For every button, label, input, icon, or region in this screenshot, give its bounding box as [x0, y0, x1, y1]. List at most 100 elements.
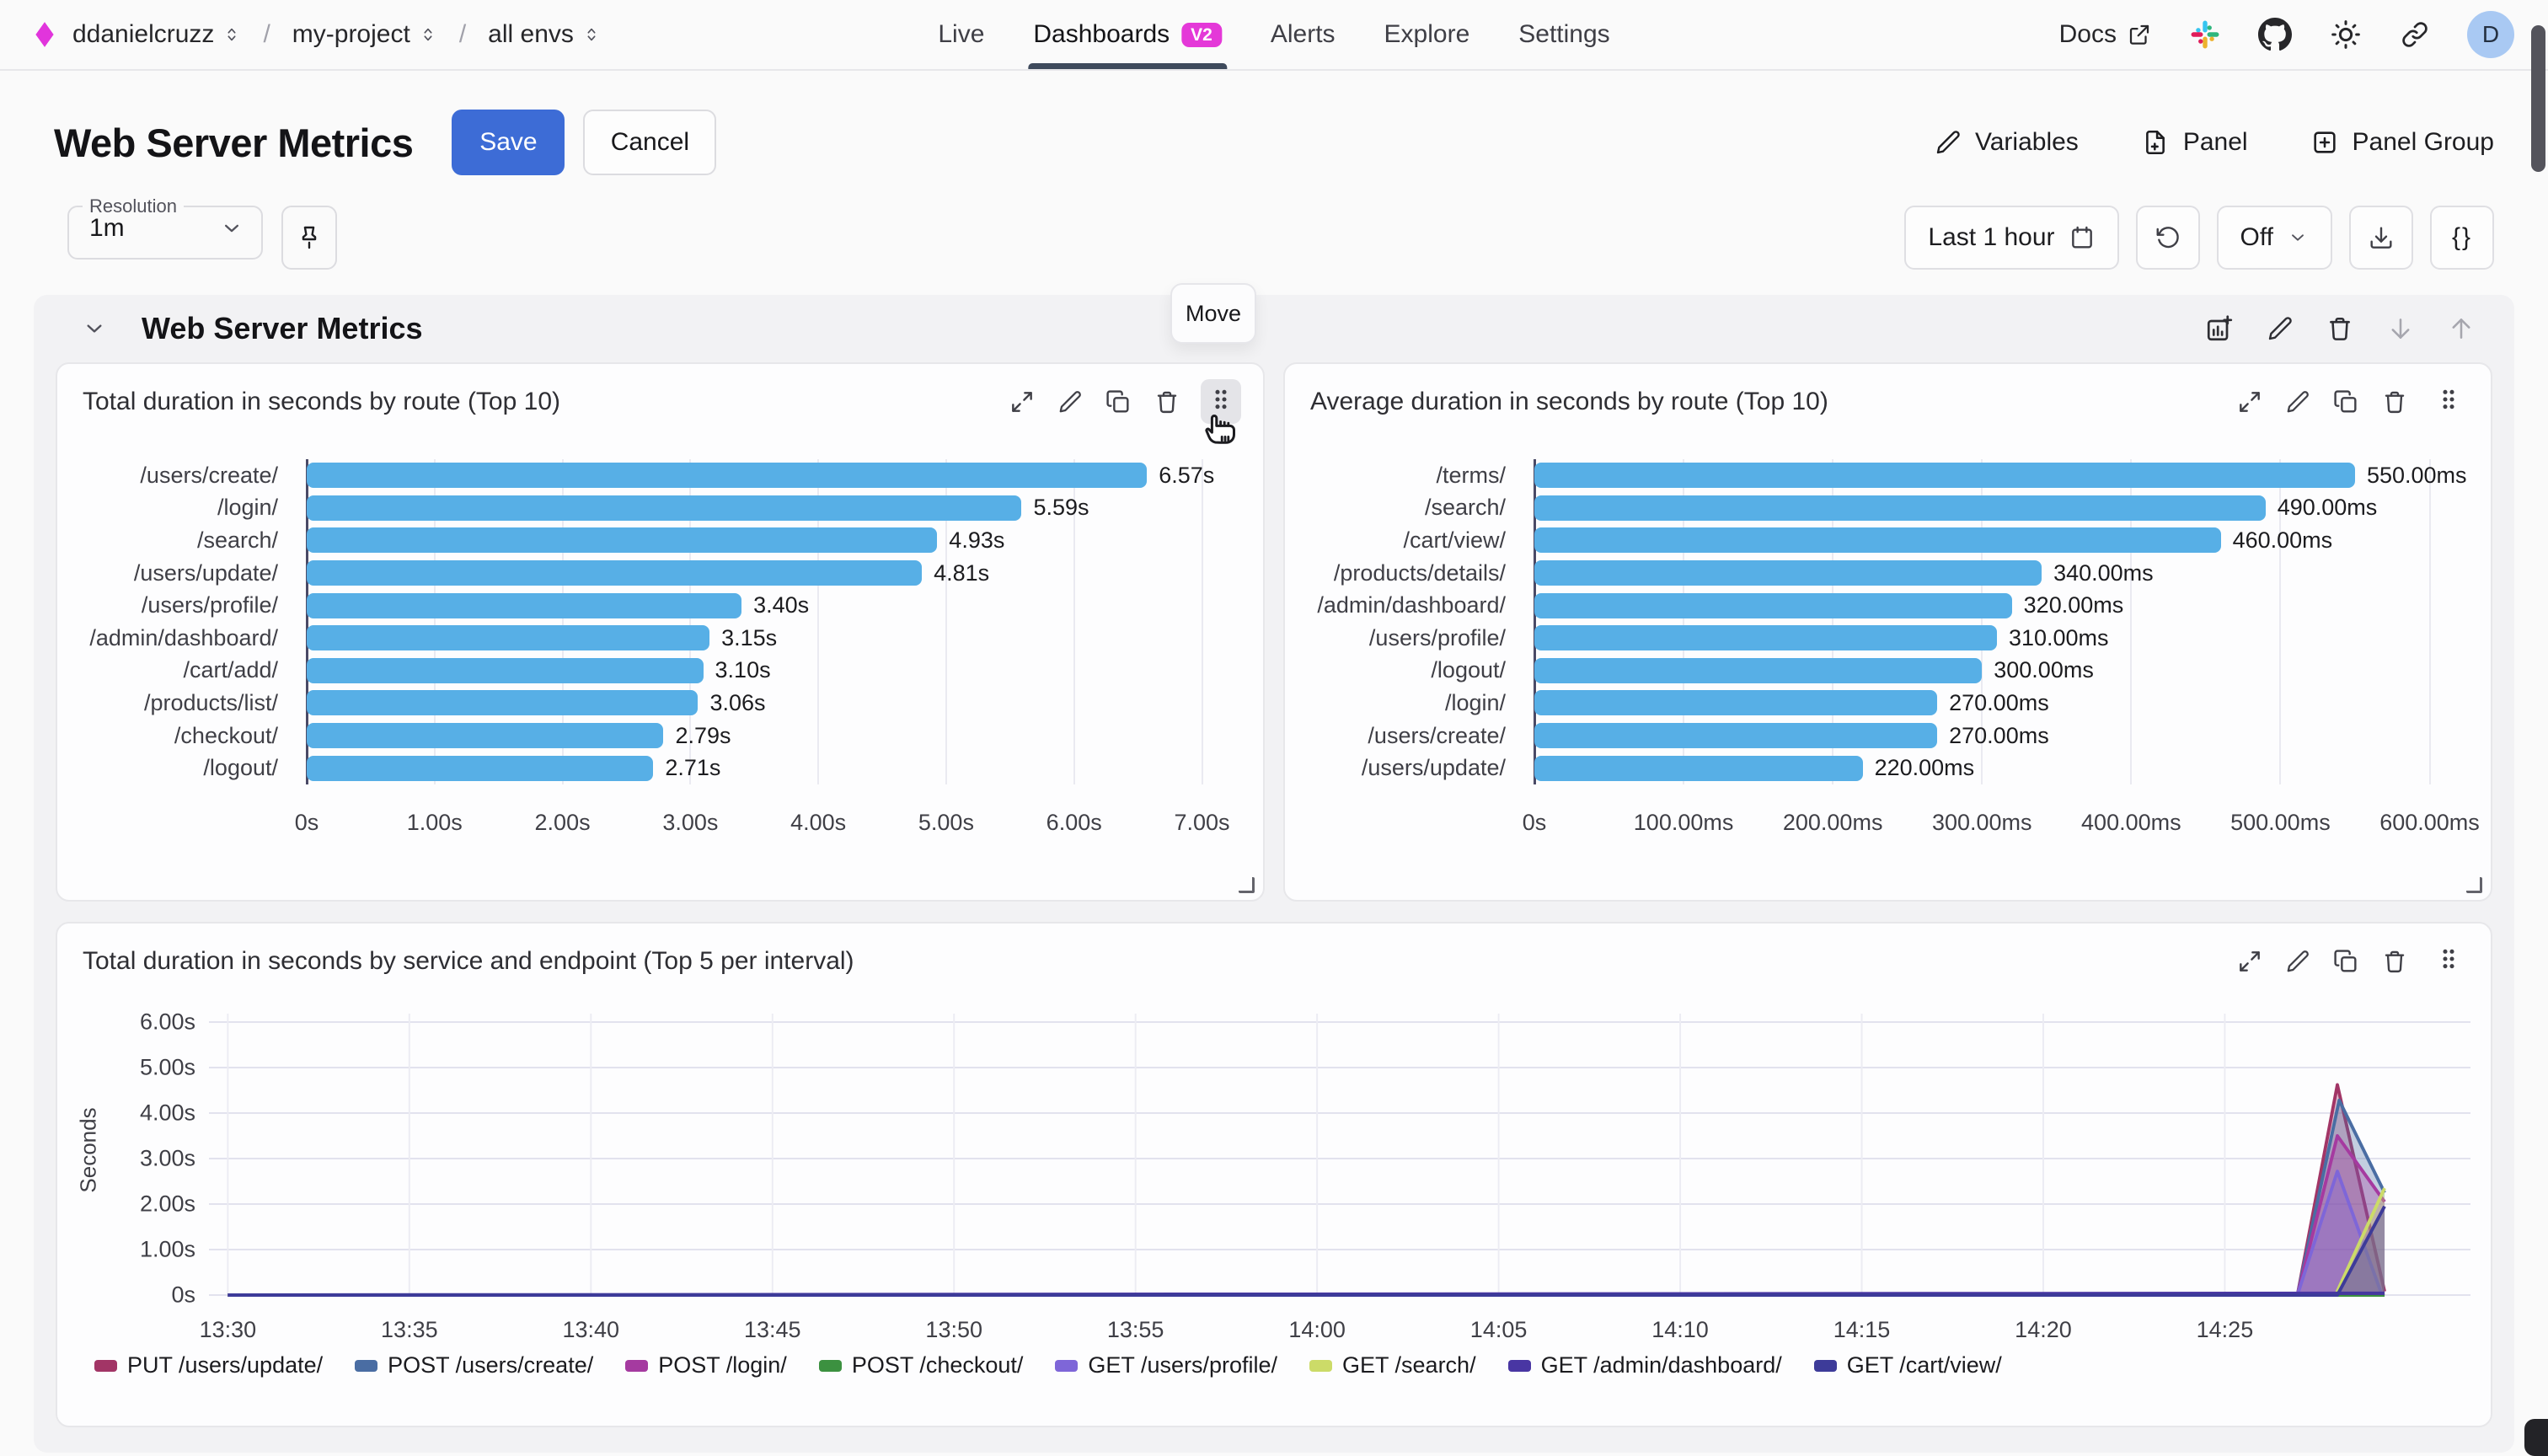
bar[interactable]: [1534, 527, 2221, 553]
cancel-button[interactable]: Cancel: [583, 110, 716, 175]
bar-row: 270.00ms: [1534, 687, 2465, 720]
tab-live[interactable]: Live: [938, 0, 984, 69]
bar-row: 3.10s: [307, 655, 1238, 688]
bar[interactable]: [1534, 658, 1982, 683]
duplicate-copy-icon[interactable]: [1105, 388, 1132, 415]
panel-row-top: Total duration in seconds by route (Top …: [56, 362, 2492, 902]
bar[interactable]: [307, 658, 704, 683]
delete-trash-icon[interactable]: [2381, 388, 2408, 415]
tab-dashboards[interactable]: Dashboards V2: [1033, 0, 1221, 69]
tab-explore[interactable]: Explore: [1384, 0, 1470, 69]
legend-item[interactable]: GET /admin/dashboard/: [1508, 1352, 1782, 1378]
slack-icon[interactable]: [2189, 19, 2221, 51]
add-chart-icon[interactable]: [2204, 313, 2235, 344]
docs-label: Docs: [2059, 20, 2117, 49]
hand-cursor-icon: [1201, 406, 1241, 447]
docs-link[interactable]: Docs: [2059, 20, 2152, 49]
bar[interactable]: [1534, 593, 2012, 618]
edit-pencil-icon[interactable]: [1057, 389, 1083, 415]
tab-alerts[interactable]: Alerts: [1271, 0, 1336, 69]
bar[interactable]: [307, 690, 698, 715]
drag-handle-icon[interactable]: [2435, 945, 2462, 972]
share-link-icon[interactable]: [2400, 19, 2430, 50]
expand-icon[interactable]: [2236, 388, 2263, 415]
breadcrumb-env[interactable]: all envs: [488, 20, 601, 49]
bar[interactable]: [1534, 756, 1863, 781]
edit-pencil-icon[interactable]: [2285, 389, 2310, 415]
bar[interactable]: [307, 495, 1021, 521]
y-tick-label: 4.00s: [140, 1100, 195, 1127]
x-tick-label: 200.00ms: [1783, 810, 1883, 836]
legend-item[interactable]: GET /cart/view/: [1814, 1352, 2002, 1378]
bar[interactable]: [307, 625, 709, 650]
delete-trash-icon[interactable]: [1154, 388, 1180, 415]
x-tick-label: 5.00s: [918, 810, 974, 836]
legend-item[interactable]: POST /login/: [625, 1352, 787, 1378]
panel-total-duration-by-route: Total duration in seconds by route (Top …: [56, 362, 1265, 902]
add-panel-group-button[interactable]: Panel Group: [2310, 128, 2494, 157]
drag-handle-icon[interactable]: [2435, 386, 2462, 413]
resolution-select[interactable]: Resolution 1m: [67, 195, 263, 260]
x-tick-label: 13:55: [1107, 1317, 1164, 1343]
legend-item[interactable]: POST /users/create/: [355, 1352, 593, 1378]
save-button[interactable]: Save: [452, 110, 565, 175]
bar-category-label: /users/create/: [1285, 720, 1534, 752]
variables-button[interactable]: Variables: [1935, 128, 2079, 157]
bar-value-label: 320.00ms: [2024, 592, 2124, 618]
duplicate-copy-icon[interactable]: [2332, 388, 2359, 415]
avatar[interactable]: D: [2467, 11, 2514, 58]
auto-refresh-select[interactable]: Off: [2217, 206, 2332, 270]
x-tick-label: 14:15: [1833, 1317, 1891, 1343]
page-scrollbar[interactable]: [2531, 25, 2545, 172]
bar[interactable]: [307, 463, 1147, 488]
theme-toggle-sun-icon[interactable]: [2329, 18, 2363, 51]
bar[interactable]: [1534, 495, 2266, 521]
delete-group-trash-icon[interactable]: [2326, 314, 2354, 343]
bar[interactable]: [1534, 690, 1937, 715]
panel-resize-handle[interactable]: [2466, 877, 2482, 893]
bar[interactable]: [1534, 723, 1937, 748]
x-tick-label: 3.00s: [662, 810, 718, 836]
legend-item[interactable]: PUT /users/update/: [94, 1352, 323, 1378]
move-group-down-arrow-icon[interactable]: [2386, 314, 2415, 343]
delete-trash-icon[interactable]: [2381, 948, 2408, 975]
move-group-up-arrow-icon[interactable]: [2447, 314, 2476, 343]
bar[interactable]: [1534, 560, 2042, 586]
bar-row: 320.00ms: [1534, 589, 2465, 622]
tab-settings[interactable]: Settings: [1518, 0, 1609, 69]
bar[interactable]: [307, 756, 653, 781]
resolution-value-row[interactable]: 1m: [69, 214, 261, 243]
expand-icon[interactable]: [1009, 388, 1036, 415]
tab-settings-label: Settings: [1518, 20, 1609, 49]
panel-resize-handle[interactable]: [1239, 877, 1255, 893]
add-panel-button[interactable]: Panel: [2141, 128, 2248, 157]
bar[interactable]: [307, 593, 741, 618]
legend-item[interactable]: GET /search/: [1309, 1352, 1476, 1378]
bar[interactable]: [1534, 625, 1997, 650]
collapse-chevron-icon[interactable]: [81, 315, 108, 342]
legend-item[interactable]: POST /checkout/: [819, 1352, 1024, 1378]
download-button[interactable]: [2349, 206, 2413, 270]
github-icon[interactable]: [2258, 18, 2292, 51]
time-range-button[interactable]: Last 1 hour: [1904, 206, 2118, 270]
bar[interactable]: [307, 560, 922, 586]
refresh-button[interactable]: [2136, 206, 2200, 270]
pin-button[interactable]: [281, 206, 337, 270]
legend-item[interactable]: GET /users/profile/: [1055, 1352, 1277, 1378]
legend-swatch: [625, 1360, 648, 1372]
legend-swatch: [94, 1360, 117, 1372]
edit-pencil-icon[interactable]: [2285, 949, 2310, 974]
breadcrumb-org[interactable]: ddanielcruzz: [72, 20, 241, 49]
breadcrumb-env-label: all envs: [488, 20, 574, 49]
duplicate-copy-icon[interactable]: [2332, 948, 2359, 975]
edit-group-pencil-icon[interactable]: [2267, 315, 2294, 342]
json-view-button[interactable]: {}: [2430, 206, 2494, 270]
header-actions: Variables Panel Panel Group: [1935, 128, 2494, 157]
bar[interactable]: [307, 527, 937, 553]
breadcrumb-project[interactable]: my-project: [292, 20, 437, 49]
expand-icon[interactable]: [2236, 948, 2263, 975]
scroll-corner-button[interactable]: [2524, 1419, 2548, 1456]
panel-actions: [2236, 386, 2469, 417]
bar[interactable]: [1534, 463, 2355, 488]
bar[interactable]: [307, 723, 663, 748]
